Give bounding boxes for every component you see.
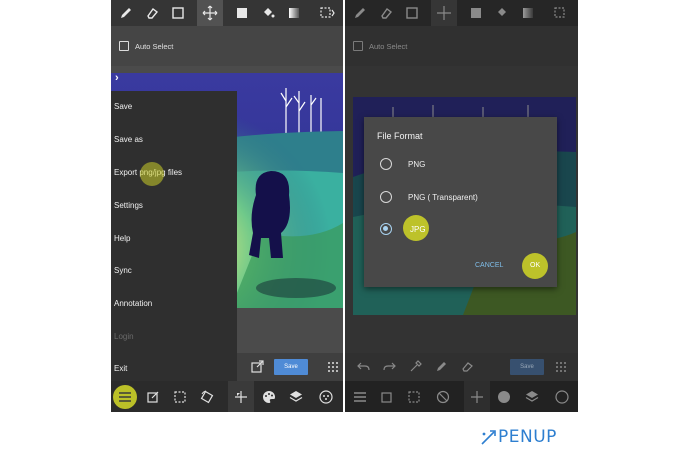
penup-logo-icon [481, 430, 496, 445]
eraser-icon [373, 0, 399, 26]
pencil-icon [347, 0, 373, 26]
menu-item-exit[interactable]: Exit [114, 364, 127, 373]
save-button[interactable]: Save [274, 359, 308, 375]
file-format-dialog: File Format PNG PNG ( Transparent) JPG C… [364, 117, 557, 287]
menu-item-annotation[interactable]: Annotation [114, 299, 152, 308]
menu-item-save-as[interactable]: Save as [114, 135, 143, 144]
rectangle-icon[interactable] [165, 0, 191, 26]
pencil-icon[interactable] [113, 0, 139, 26]
right-screen: Auto Select File Format PNG PNG ( Transp… [345, 0, 578, 412]
bottom-nav [111, 381, 343, 412]
selection-more-icon[interactable] [315, 0, 341, 26]
layers-icon[interactable] [283, 381, 309, 412]
auto-select-bar-dimmed: Auto Select [345, 26, 578, 66]
move-select-icon[interactable] [197, 0, 223, 26]
cancel-button[interactable]: CANCEL [475, 262, 503, 269]
brush-settings-icon[interactable] [313, 381, 339, 412]
eraser-icon[interactable] [139, 0, 165, 26]
share-external-icon[interactable] [251, 360, 264, 378]
move-select-icon [431, 0, 457, 26]
rotate-icon [430, 381, 456, 412]
auto-select-label: Auto Select [369, 41, 408, 51]
action-row: Save [237, 353, 343, 381]
left-screen: Auto Select › Save Save as Export files … [111, 0, 343, 412]
dashed-select-icon [401, 381, 427, 412]
expand-chevron-icon[interactable]: › [115, 72, 119, 84]
brush-settings-icon [549, 381, 575, 412]
dialog-title: File Format [377, 131, 423, 141]
undo-icon [357, 360, 370, 378]
paint-bucket-icon [489, 0, 515, 26]
grid-icon[interactable] [327, 360, 339, 378]
auto-select-label: Auto Select [135, 41, 174, 51]
menu-item-login: Login [114, 332, 134, 341]
palette-icon [491, 381, 517, 412]
edit-icon [374, 381, 400, 412]
radio-jpg[interactable] [380, 223, 392, 235]
rotate-icon[interactable] [194, 381, 220, 412]
dashed-select-icon[interactable] [167, 381, 193, 412]
top-toolbar [111, 0, 343, 26]
pencil-icon [435, 360, 448, 378]
auto-select-checkbox[interactable] [119, 41, 129, 51]
penup-logo: PENUP [480, 426, 557, 448]
radio-png-transparent[interactable] [380, 191, 392, 203]
fill-square-icon [463, 0, 489, 26]
paint-bucket-icon[interactable] [255, 0, 281, 26]
eyedropper-icon [409, 360, 422, 378]
gradient-icon[interactable] [281, 0, 307, 26]
auto-select-checkbox [353, 41, 363, 51]
save-button: Save [510, 359, 544, 375]
menu-icon[interactable] [112, 381, 138, 412]
selection-more-icon [549, 0, 575, 26]
fill-square-icon[interactable] [229, 0, 255, 26]
logo-text: PENUP [498, 427, 557, 447]
redo-icon [383, 360, 396, 378]
tap-highlight-export [140, 162, 164, 186]
radio-png[interactable] [380, 158, 392, 170]
menu-item-help[interactable]: Help [114, 234, 130, 243]
main-menu: Save Save as Export png/jpg files Settin… [111, 91, 237, 381]
action-row-dimmed: Save [345, 353, 578, 381]
grid-icon [555, 360, 567, 378]
ok-button[interactable]: OK [530, 262, 540, 269]
gradient-icon [515, 0, 541, 26]
menu-item-settings[interactable]: Settings [114, 201, 143, 210]
menu-item-sync[interactable]: Sync [114, 266, 132, 275]
rectangle-icon [399, 0, 425, 26]
option-label-jpg[interactable]: JPG [410, 225, 426, 234]
menu-item-save[interactable]: Save [114, 102, 132, 111]
bottom-nav-dimmed [345, 381, 578, 412]
option-label-png[interactable]: PNG [408, 160, 425, 169]
layers-icon [519, 381, 545, 412]
menu-icon [347, 381, 373, 412]
move-icon [464, 381, 490, 412]
top-toolbar-dimmed [345, 0, 578, 26]
palette-icon[interactable] [256, 381, 282, 412]
option-label-png-transparent[interactable]: PNG ( Transparent) [408, 193, 478, 202]
move-icon[interactable] [228, 381, 254, 412]
edit-icon[interactable] [140, 381, 166, 412]
auto-select-bar: Auto Select [111, 26, 343, 66]
eraser-icon [461, 360, 474, 378]
